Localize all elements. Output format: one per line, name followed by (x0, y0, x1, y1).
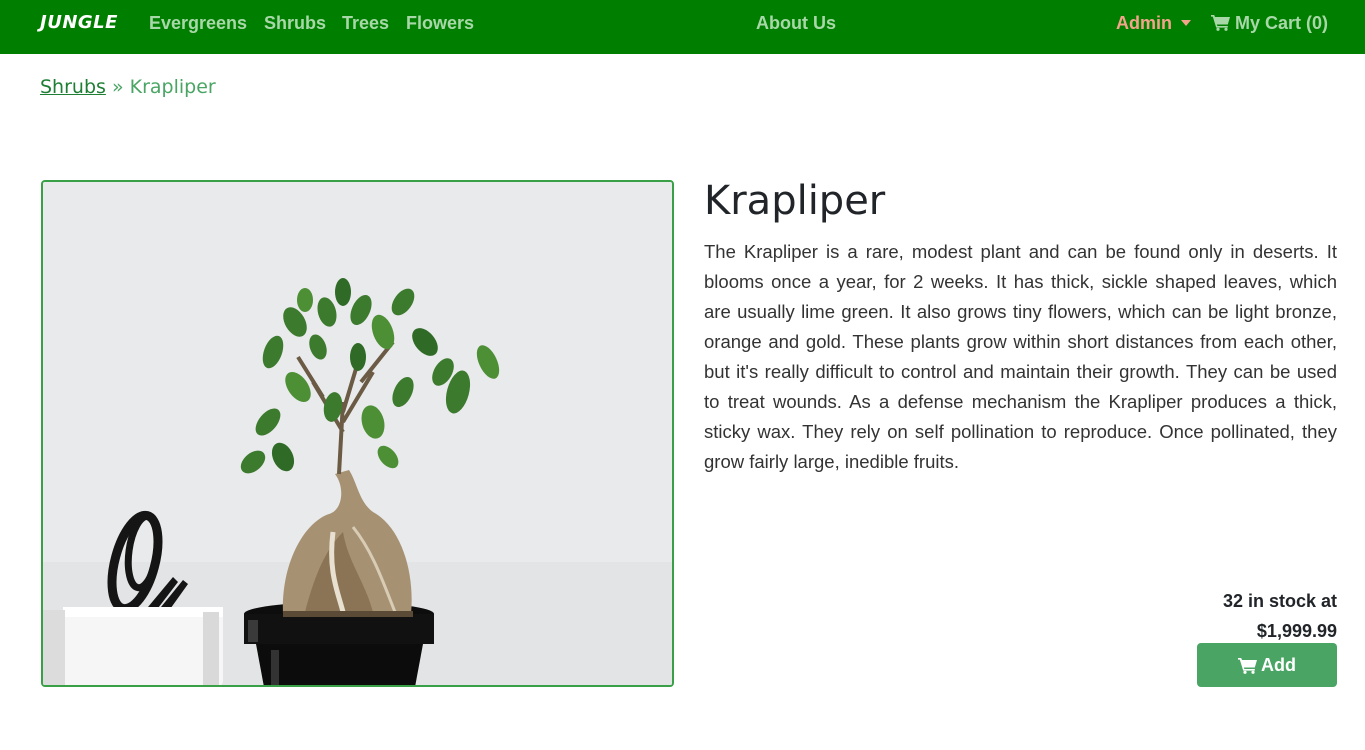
product-description: The Krapliper is a rare, modest plant an… (704, 241, 1337, 472)
breadcrumb-link-shrubs[interactable]: Shrubs (40, 76, 106, 98)
nav-link-trees[interactable]: Trees (342, 13, 389, 34)
brand-logo[interactable]: JUNGLE (40, 12, 118, 33)
product-title: Krapliper (704, 178, 886, 224)
nav-link-evergreens[interactable]: Evergreens (149, 13, 247, 34)
shopping-cart-icon (1238, 657, 1257, 674)
breadcrumb: Shrubs » Krapliper (40, 76, 216, 98)
price: $1,999.99 (1256, 621, 1337, 641)
breadcrumb-separator: » (111, 76, 124, 98)
product-image (41, 180, 674, 687)
stock-and-price: 32 in stock at $1,999.99 (1223, 586, 1337, 646)
cart-label: My Cart (0) (1235, 13, 1329, 33)
chevron-down-icon (1181, 20, 1191, 26)
admin-dropdown[interactable]: Admin (1116, 13, 1191, 34)
admin-label: Admin (1116, 13, 1172, 33)
breadcrumb-current: Krapliper (129, 76, 216, 98)
top-navbar: JUNGLE Evergreens Shrubs Trees Flowers A… (0, 0, 1365, 54)
nav-link-flowers[interactable]: Flowers (406, 13, 474, 34)
add-button-label: Add (1261, 654, 1296, 675)
my-cart-link[interactable]: My Cart (0) (1211, 13, 1328, 34)
nav-link-about-us[interactable]: About Us (756, 13, 836, 34)
shopping-cart-icon (1211, 15, 1230, 31)
stock-text: 32 in stock at (1222, 591, 1337, 611)
add-to-cart-button[interactable]: Add (1197, 643, 1337, 687)
nav-link-shrubs[interactable]: Shrubs (264, 13, 326, 34)
bonsai-illustration (43, 182, 672, 685)
